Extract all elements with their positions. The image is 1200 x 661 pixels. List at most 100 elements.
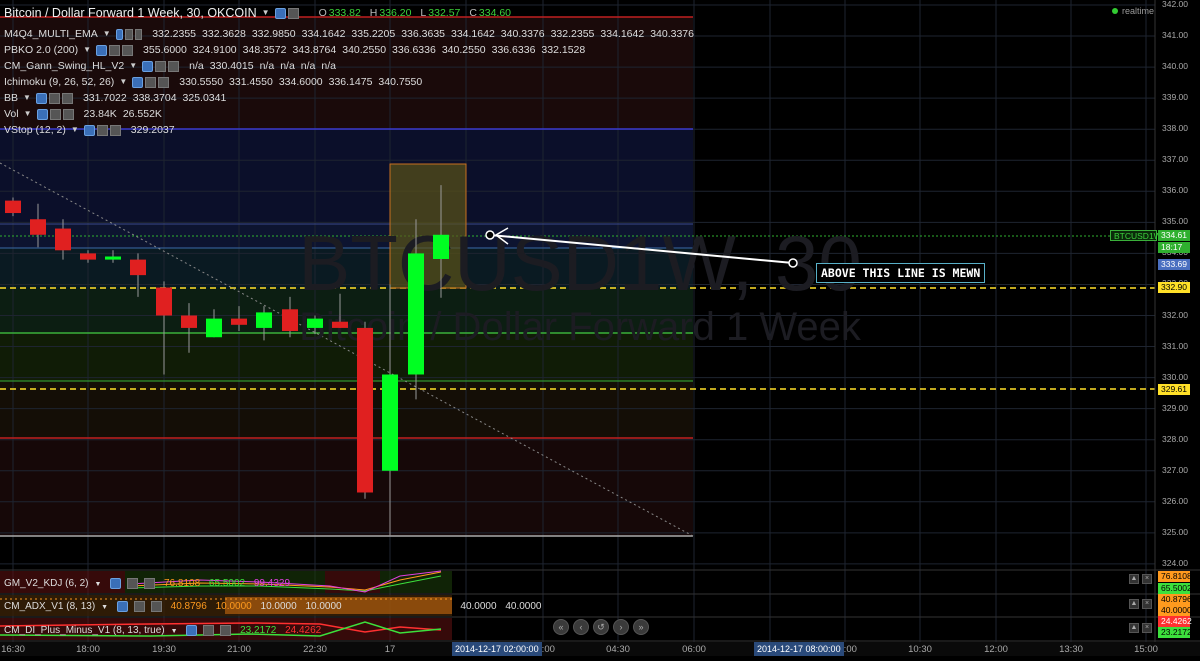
status-dot-icon [1112,8,1118,14]
hide-icon[interactable] [203,624,215,636]
band-red-bottom [0,438,693,536]
candle-body [408,253,424,375]
reset-icon[interactable]: ↺ [593,619,609,635]
scroll-end-icon[interactable]: » [633,619,649,635]
hide-icon[interactable] [133,600,145,612]
hide-icon[interactable] [127,577,139,589]
chevron-down-icon[interactable]: ▼ [262,0,270,26]
annotation-start-point [485,230,495,240]
close-icon[interactable] [150,600,162,612]
indicator-value: n/a [321,60,337,72]
settings-icon[interactable] [274,7,286,19]
close-icon[interactable] [220,624,232,636]
indicator-name[interactable]: M4Q4_MULTI_EMA [4,26,98,42]
settings-icon[interactable] [36,108,48,120]
chevron-down-icon[interactable]: ▼ [23,90,31,106]
chevron-down-icon[interactable]: ▼ [71,122,79,138]
settings-icon[interactable] [110,577,122,589]
price-axis-label: 332.00 [1162,309,1188,320]
yellow-upper-tag: 332.90 [1158,282,1190,293]
close-icon[interactable] [158,76,170,88]
price-axis-label: 340.00 [1162,61,1188,72]
settings-icon[interactable] [115,28,124,40]
scroll-left-icon[interactable]: ‹ [573,619,589,635]
pane-close-icon[interactable]: × [1142,599,1152,609]
time-axis-label: 10:30 [908,644,932,655]
pane-close-icon[interactable]: × [1142,623,1152,633]
price-axis-label: 326.00 [1162,495,1188,506]
symbol-price-tag: BTCUSD1W [1110,230,1162,241]
hide-icon[interactable] [145,76,157,88]
indicator-values: 332.2355 332.3628 332.9850 334.1642 335.2205… [152,26,700,42]
chevron-down-icon[interactable]: ▼ [119,74,127,90]
indicator-value: n/a [259,60,275,72]
blue-price-tag: 333.69 [1158,259,1190,270]
watermark-symbol: BTCUSD1W, 30 [298,219,861,307]
price-axis-label: 342.00 [1162,0,1188,9]
pane-up-icon[interactable]: ▲ [1129,599,1139,609]
indicator-value: 334.1642 [451,28,495,40]
indicator-value: n/a [189,60,204,72]
pane-up-icon[interactable]: ▲ [1129,574,1139,584]
di-tag-2: 23.2172 [1158,627,1192,638]
band-blue [0,129,693,224]
indicator-name[interactable]: CM_Gann_Swing_HL_V2 [4,58,124,74]
indicator-value: 331.4550 [229,76,273,88]
close-icon[interactable] [109,124,121,136]
settings-icon[interactable] [83,124,95,136]
time-highlight: 2014-12-17 02:00:00 [452,642,542,656]
symbol-title[interactable]: Bitcoin / Dollar Forward 1 Week, 30, OKC… [4,0,257,26]
chevron-down-icon[interactable]: ▼ [83,42,91,58]
adx-tag-1: 40.8796 [1158,594,1192,605]
annotation-text[interactable]: ABOVE THIS LINE IS MEWN [816,263,986,283]
candle-body [382,374,398,471]
pane-up-icon[interactable]: ▲ [1129,623,1139,633]
indicator-name[interactable]: PBKO 2.0 (200) [4,42,78,58]
hide-icon[interactable] [155,60,167,72]
candle-body [307,318,323,328]
time-axis-label: 17 [384,644,396,655]
indicator-value: 23.84K [83,108,117,120]
indicator-row: CM_Gann_Swing_HL_V2 ▼ n/a 330.4015 n/a n/a n/a… [0,58,700,74]
indicator-value: 355.6000 [143,44,187,56]
pane-close-icon[interactable]: × [1142,574,1152,584]
candle-body [55,228,71,251]
indicator-name[interactable]: BB [4,90,18,106]
close-icon[interactable] [61,92,73,104]
indicator-value: 330.4015 [209,60,254,72]
indicator-name[interactable]: VStop (12, 2) [4,122,66,138]
kdj-tag-1: 76.8108 [1158,571,1192,582]
last-price-tag: 334.61 [1158,230,1190,241]
close-icon[interactable] [144,577,156,589]
hide-icon[interactable] [48,92,60,104]
settings-icon[interactable] [186,624,198,636]
chevron-down-icon[interactable]: ▼ [129,58,137,74]
close-icon[interactable] [122,44,134,56]
hide-icon[interactable] [287,7,299,19]
close-icon[interactable] [134,28,143,40]
hide-icon[interactable] [49,108,61,120]
subpane-legend-kdj: GM_V2_KDJ (6, 2) ▼ 76.8108 65.5002 99.432… [4,577,291,589]
indicator-values: 329.2037 [131,122,181,138]
candle-body [231,318,247,325]
hide-icon[interactable] [109,44,121,56]
candle-body [332,321,348,328]
hide-icon[interactable] [125,28,133,40]
scroll-right-icon[interactable]: › [613,619,629,635]
close-icon[interactable] [62,108,74,120]
chevron-down-icon[interactable]: ▼ [24,106,32,122]
scroll-start-icon[interactable]: « [553,619,569,635]
close-icon[interactable] [168,60,180,72]
settings-icon[interactable] [96,44,108,56]
indicator-name[interactable]: Vol [4,106,19,122]
hide-icon[interactable] [96,124,108,136]
settings-icon[interactable] [132,76,144,88]
time-axis-label: 15:00 [1134,644,1158,655]
settings-icon[interactable] [116,600,128,612]
settings-icon[interactable] [35,92,47,104]
price-axis-label: 336.00 [1162,185,1188,196]
chevron-down-icon[interactable]: ▼ [103,26,111,42]
indicator-value: 334.1642 [600,28,645,40]
settings-icon[interactable] [142,60,154,72]
indicator-name[interactable]: Ichimoku (9, 26, 52, 26) [4,74,114,90]
